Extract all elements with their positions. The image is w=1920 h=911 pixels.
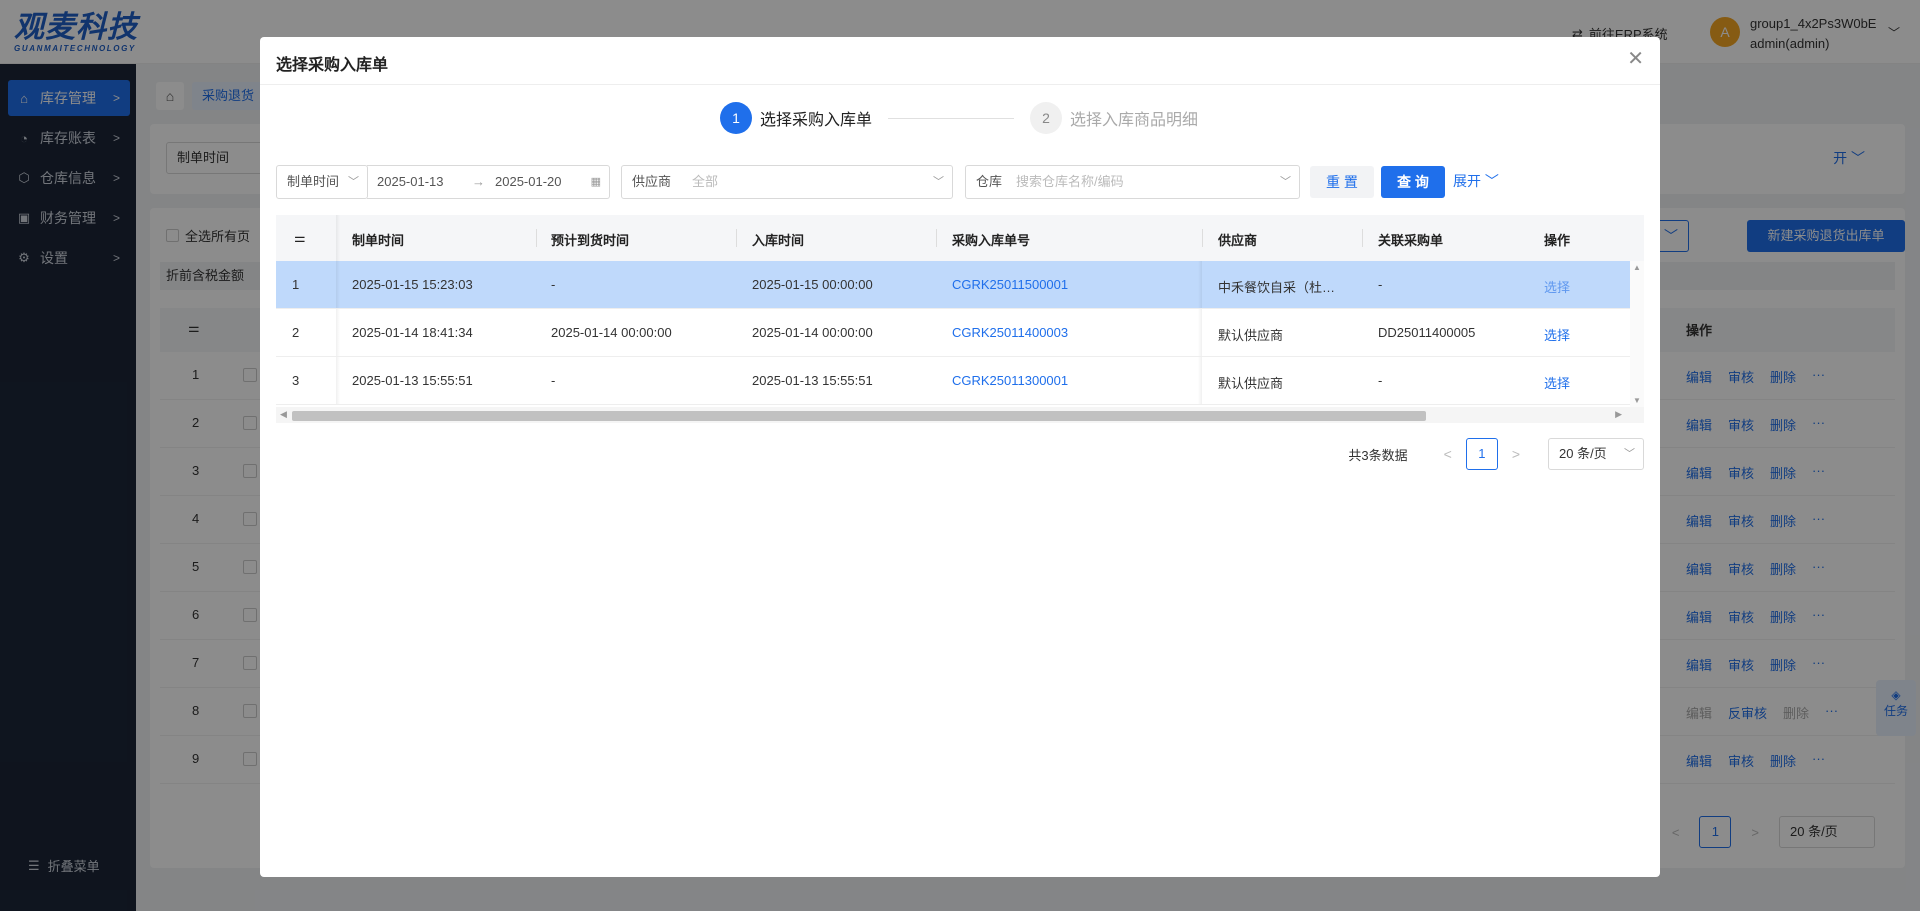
scroll-down-icon[interactable]: ▼ — [1633, 396, 1641, 405]
warehouse-select[interactable]: 仓库 搜索仓库名称/编码 ﹀ — [965, 165, 1300, 199]
date-end: 2025-01-20 — [495, 174, 562, 189]
modal-title: 选择采购入库单 — [276, 57, 389, 74]
select-link[interactable]: 选择 — [1544, 373, 1570, 392]
step-2-label: 选择入库商品明细 — [1070, 112, 1199, 129]
scroll-up-icon[interactable]: ▲ — [1633, 263, 1641, 272]
warehouse-label: 仓库 — [976, 174, 1003, 189]
scroll-left-icon[interactable]: ◀ — [280, 409, 287, 420]
column-header-created: 制单时间 — [352, 233, 405, 248]
fixed-column-shadow — [336, 215, 340, 261]
column-header-expected: 预计到货时间 — [551, 233, 630, 248]
page-size-value: 20 条/页 — [1559, 446, 1607, 461]
cell-expected: - — [551, 373, 556, 388]
cell-created: 2025-01-14 18:41:34 — [352, 325, 473, 340]
step-2-circle: 2 — [1030, 102, 1063, 134]
chevron-down-icon: ﹀ — [1280, 176, 1291, 188]
column-header-actions: 操作 — [1544, 233, 1571, 248]
cell-stocked: 2025-01-13 15:55:51 — [752, 373, 873, 388]
supplier-label: 供应商 — [632, 174, 672, 189]
time-type-value: 制单时间 — [287, 174, 340, 189]
select-link[interactable]: 选择 — [1544, 277, 1570, 296]
table-row[interactable]: 2 2025-01-14 18:41:34 2025-01-14 00:00:00 2… — [276, 309, 1630, 357]
expand-label: 展开 — [1453, 173, 1481, 189]
modal-pagination: 共3条数据 < 1 > 20 条/页 ﹀ — [1348, 438, 1644, 470]
date-arrow: → — [472, 174, 485, 189]
column-header-order-no: 采购入库单号 — [952, 233, 1031, 248]
expand-button[interactable]: 展开 ﹀ — [1453, 171, 1499, 191]
step-1-circle: 1 — [720, 102, 752, 134]
row-index: 1 — [292, 277, 300, 292]
cell-supplier: 中禾餐饮自采（杜… — [1218, 280, 1336, 295]
time-type-select[interactable]: 制单时间 ﹀ — [276, 165, 368, 199]
column-header-purchase: 关联采购单 — [1378, 233, 1444, 248]
supplier-value: 全部 — [692, 174, 719, 189]
cell-expected: - — [551, 277, 556, 292]
fixed-column-shadow — [1198, 261, 1202, 308]
column-separator — [736, 229, 737, 247]
date-range-picker[interactable]: 2025-01-13 → 2025-01-20 ▦ — [367, 165, 610, 199]
next-page-icon[interactable]: > — [1512, 446, 1520, 462]
page-1-button[interactable]: 1 — [1465, 438, 1498, 470]
close-icon[interactable]: ✕ — [1627, 49, 1644, 69]
select-link[interactable]: 选择 — [1544, 325, 1570, 344]
row-index: 3 — [292, 373, 300, 388]
fixed-column-shadow — [1198, 357, 1202, 404]
cell-supplier: 默认供应商 — [1218, 328, 1284, 343]
chevron-down-icon: ﹀ — [1484, 173, 1499, 189]
row-index: 2 — [292, 325, 300, 340]
cell-stocked: 2025-01-15 00:00:00 — [752, 277, 873, 292]
cell-purchase: DD25011400005 — [1378, 325, 1476, 340]
calendar-icon: ▦ — [590, 176, 601, 188]
vertical-scrollbar[interactable]: ▲ ▼ — [1630, 261, 1644, 407]
scroll-right-icon[interactable]: ▶ — [1615, 409, 1622, 420]
modal-header: 选择采购入库单 ✕ — [260, 37, 1660, 85]
table-row[interactable]: 3 2025-01-13 15:55:51 - 2025-01-13 15:55:51… — [276, 357, 1630, 405]
cell-created: 2025-01-13 15:55:51 — [352, 373, 473, 388]
column-settings-icon[interactable]: ⚌ — [294, 230, 306, 246]
column-header-supplier: 供应商 — [1218, 233, 1258, 248]
table-row[interactable]: 1 2025-01-15 15:23:03 - 2025-01-15 00:00:00… — [276, 261, 1630, 309]
cell-purchase: - — [1378, 277, 1383, 292]
column-separator — [1202, 229, 1203, 247]
cell-created: 2025-01-15 15:23:03 — [352, 277, 473, 292]
supplier-select[interactable]: 供应商 全部 ﹀ — [621, 165, 953, 199]
order-no-link[interactable]: CGRK25011400003 — [952, 325, 1068, 340]
order-no-link[interactable]: CGRK25011500001 — [952, 277, 1068, 292]
fixed-column-shadow — [336, 261, 340, 308]
date-start: 2025-01-13 — [377, 174, 444, 189]
column-header-stocked: 入库时间 — [752, 233, 805, 248]
cell-supplier: 默认供应商 — [1218, 376, 1284, 391]
fixed-column-shadow — [1198, 309, 1202, 356]
scrollbar-thumb[interactable] — [292, 411, 1426, 421]
chevron-down-icon: ﹀ — [1624, 448, 1635, 460]
fixed-column-shadow — [336, 309, 340, 356]
select-purchase-receipt-modal: 选择采购入库单 ✕ 1 选择采购入库单 2 选择入库商品明细 制单时间 ﹀ 20… — [260, 37, 1660, 877]
query-button[interactable]: 查 询 — [1381, 166, 1445, 198]
prev-page-icon[interactable]: < — [1444, 446, 1452, 462]
cell-stocked: 2025-01-14 00:00:00 — [752, 325, 873, 340]
fixed-column-shadow — [336, 357, 340, 404]
warehouse-placeholder: 搜索仓库名称/编码 — [1016, 174, 1124, 189]
reset-button[interactable]: 重 置 — [1310, 166, 1374, 198]
column-separator — [1362, 229, 1363, 247]
step-connector — [888, 117, 1015, 119]
column-separator — [536, 229, 537, 247]
steps: 1 选择采购入库单 2 选择入库商品明细 — [720, 101, 1198, 135]
total-count: 共3条数据 — [1348, 447, 1408, 463]
table-header: ⚌ 制单时间 预计到货时间 入库时间 采购入库单号 供应商 关联采购单 操作 — [276, 215, 1644, 261]
chevron-down-icon: ﹀ — [933, 176, 944, 188]
cell-purchase: - — [1378, 373, 1383, 388]
horizontal-scrollbar[interactable]: ◀ ▶ — [276, 407, 1644, 423]
order-no-link[interactable]: CGRK25011300001 — [952, 373, 1068, 388]
chevron-down-icon: ﹀ — [348, 176, 359, 188]
cell-expected: 2025-01-14 00:00:00 — [551, 325, 672, 340]
step-1-label: 选择采购入库单 — [760, 112, 873, 129]
receipt-table: ⚌ 制单时间 预计到货时间 入库时间 采购入库单号 供应商 关联采购单 操作 1… — [276, 215, 1644, 423]
page-size-select[interactable]: 20 条/页 ﹀ — [1548, 438, 1644, 470]
column-separator — [936, 229, 937, 247]
